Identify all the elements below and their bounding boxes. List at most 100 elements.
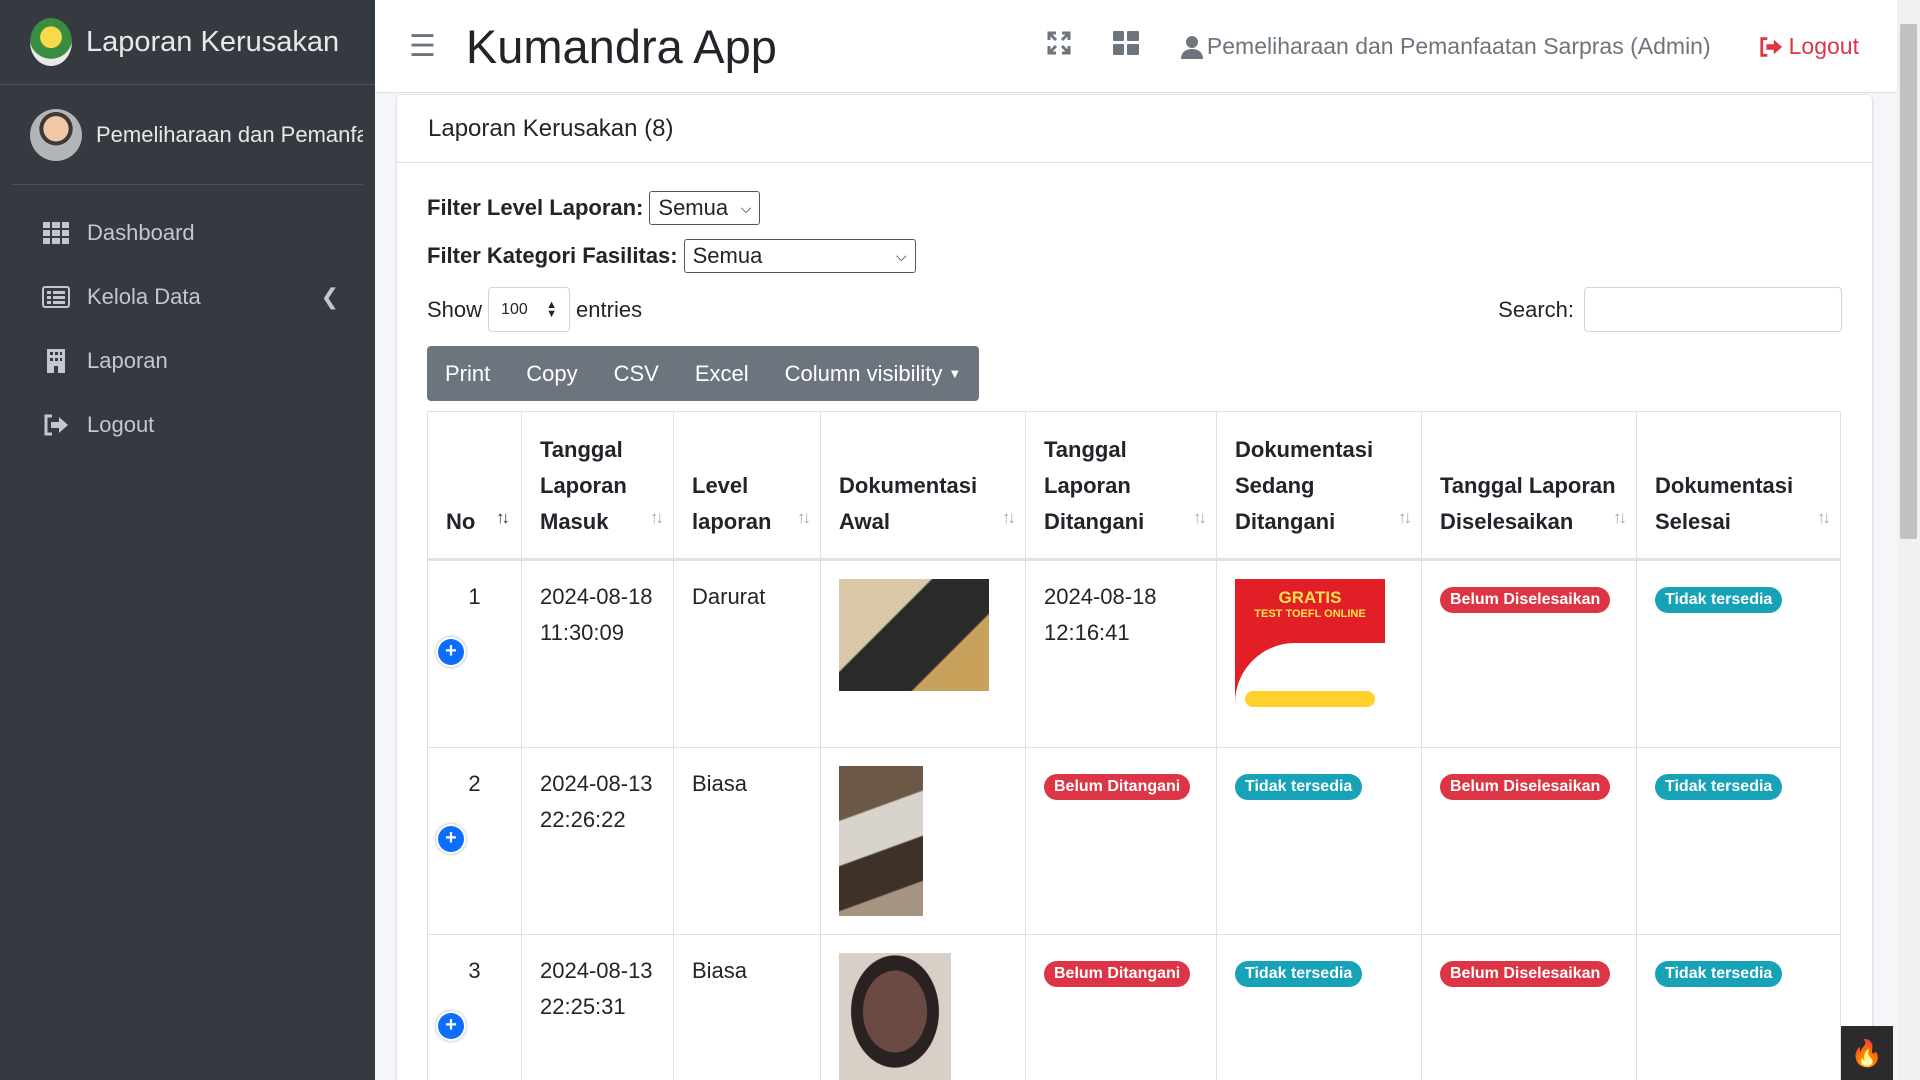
user-menu-label: Pemeliharaan dan Pemanfaatan Sarpras (Ad… xyxy=(1206,33,1711,59)
cell-no: 3 + xyxy=(427,934,522,1080)
progress-photo-thumbnail[interactable]: GRATIS TEST TOEFL ONLINE xyxy=(1235,579,1385,729)
col-header-dok-awal[interactable]: Dokumentasi Awal ↑↓ xyxy=(820,411,1026,561)
col-header-label: Dokumentasi Selesai xyxy=(1655,473,1794,534)
cell-dok-selesai: Tidak tersedia xyxy=(1636,747,1841,935)
filter-level-select[interactable]: Semua ⌵ xyxy=(649,191,761,225)
col-header-dok-sedang[interactable]: Dokumentasi Sedang Ditangani ↑↓ xyxy=(1216,411,1422,561)
brand[interactable]: Laporan Kerusakan xyxy=(0,0,375,85)
scrollbar-thumb[interactable] xyxy=(1900,24,1917,539)
sort-icon: ↑↓ xyxy=(1817,508,1831,527)
sidebar-item-logout[interactable]: Logout xyxy=(0,393,375,457)
col-header-level[interactable]: Level laporan ↑↓ xyxy=(673,411,821,561)
expand-row-icon[interactable]: + xyxy=(438,1013,464,1039)
row-number: 2 xyxy=(468,771,481,796)
table-header-row: No ↑↓ Tanggal Laporan Masuk ↑↓ Level lapor… xyxy=(427,411,1841,561)
page-scrollbar[interactable] xyxy=(1897,0,1920,1080)
column-visibility-button[interactable]: Column visibility ▼ xyxy=(767,346,980,401)
cell-tanggal-diselesaikan: Belum Diselesaikan xyxy=(1421,934,1637,1080)
col-header-dok-selesai[interactable]: Dokumentasi Selesai ↑↓ xyxy=(1636,411,1841,561)
sort-icon: ↑↓ xyxy=(650,508,664,527)
time-text: 11:30:09 xyxy=(540,620,625,645)
logout-label: Logout xyxy=(1788,33,1859,59)
logout-icon xyxy=(1760,36,1782,57)
expand-row-icon[interactable]: + xyxy=(438,639,464,665)
entries-value: 100 xyxy=(501,300,528,318)
col-header-tanggal-ditangani[interactable]: Tanggal Laporan Ditangani ↑↓ xyxy=(1025,411,1217,561)
hamburger-icon[interactable]: ☰ xyxy=(409,29,436,64)
col-header-tanggal-masuk[interactable]: Tanggal Laporan Masuk ↑↓ xyxy=(521,411,674,561)
filter-kategori-select[interactable]: Semua ⌵ xyxy=(683,239,916,273)
sidebar-item-kelola-data[interactable]: Kelola Data ❮ xyxy=(0,265,375,329)
report-table: No ↑↓ Tanggal Laporan Masuk ↑↓ Level lapor… xyxy=(427,411,1841,1080)
sidebar-nav: Dashboard Kelola Data ❮ Laporan Logout xyxy=(0,201,375,457)
expand-row-icon[interactable]: + xyxy=(438,826,464,852)
logout-button[interactable]: Logout xyxy=(1759,33,1859,60)
user-icon xyxy=(1180,35,1203,59)
cell-tanggal-diselesaikan: Belum Diselesaikan xyxy=(1421,559,1637,748)
cell-level: Biasa xyxy=(673,934,821,1080)
cell-tanggal-masuk: 2024-08-13 22:25:31 xyxy=(521,934,674,1080)
sort-icon: ↑↓ xyxy=(1193,508,1207,527)
damage-photo-thumbnail[interactable] xyxy=(839,953,951,1080)
copy-button[interactable]: Copy xyxy=(508,346,595,401)
card-body: Filter Level Laporan: Semua ⌵ Filter Kat… xyxy=(397,191,1872,1080)
sidebar-item-label: Kelola Data xyxy=(87,284,201,309)
apps-grid-icon[interactable] xyxy=(1112,31,1139,62)
status-badge: Tidak tersedia xyxy=(1235,774,1363,800)
brand-logo xyxy=(30,18,72,66)
status-badge: Belum Ditangani xyxy=(1044,774,1191,800)
grid-icon xyxy=(42,221,70,245)
sidebar-item-label: Dashboard xyxy=(87,220,195,245)
user-menu[interactable]: Pemeliharaan dan Pemanfaatan Sarpras (Ad… xyxy=(1180,33,1711,60)
cell-dok-awal xyxy=(820,934,1026,1080)
time-text: 12:16:41 xyxy=(1044,620,1130,645)
filter-kategori-row: Filter Kategori Fasilitas: Semua ⌵ xyxy=(427,239,1842,273)
column-visibility-label: Column visibility xyxy=(784,360,943,386)
entries-select[interactable]: 100 ▲ ▼ xyxy=(488,287,571,332)
sort-asc-icon: ↑↓ xyxy=(496,508,510,527)
status-badge: Tidak tersedia xyxy=(1655,587,1783,613)
length-control: Show 100 ▲ ▼ entries xyxy=(427,287,642,332)
excel-button[interactable]: Excel xyxy=(677,346,767,401)
sidebar-item-laporan[interactable]: Laporan xyxy=(0,329,375,393)
caret-down-icon: ▼ xyxy=(948,366,962,381)
print-button[interactable]: Print xyxy=(427,346,508,401)
search-control: Search: xyxy=(1498,287,1842,332)
poster-subtitle: TEST TOEFL ONLINE xyxy=(1254,608,1366,620)
table-row: 3 + 2024-08-13 22:25:31 Biasa Belum Ditan… xyxy=(427,934,1841,1080)
filter-kategori-label: Filter Kategori Fasilitas: xyxy=(427,243,678,268)
search-input[interactable] xyxy=(1584,287,1842,332)
table-row: 1 + 2024-08-18 11:30:09 Darurat 2024-08-1… xyxy=(427,559,1841,748)
cell-tanggal-ditangani: 2024-08-18 12:16:41 xyxy=(1025,559,1217,748)
damage-photo-thumbnail[interactable] xyxy=(839,579,989,691)
app-title: Kumandra App xyxy=(465,19,777,73)
col-header-no[interactable]: No ↑↓ xyxy=(427,411,522,561)
cell-tanggal-ditangani: Belum Ditangani xyxy=(1025,747,1217,935)
cell-dok-sedang: Tidak tersedia xyxy=(1216,934,1422,1080)
date-text: 2024-08-18 xyxy=(1044,584,1157,609)
show-label: Show xyxy=(427,296,483,322)
col-header-tanggal-diselesaikan[interactable]: Tanggal Laporan Diselesaikan ↑↓ xyxy=(1421,411,1637,561)
fullscreen-icon[interactable] xyxy=(1047,31,1071,62)
cell-dok-selesai: Tidak tersedia xyxy=(1636,934,1841,1080)
table-controls: Show 100 ▲ ▼ entries Search: xyxy=(427,287,1842,332)
cell-dok-sedang: GRATIS TEST TOEFL ONLINE xyxy=(1216,559,1422,748)
cell-dok-awal xyxy=(820,559,1026,748)
building-icon xyxy=(42,349,70,373)
search-label: Search: xyxy=(1498,296,1574,322)
status-badge: Belum Ditangani xyxy=(1044,961,1191,987)
sidebar-item-dashboard[interactable]: Dashboard xyxy=(0,201,375,265)
date-text: 2024-08-13 xyxy=(540,958,653,983)
sort-icon: ↑↓ xyxy=(1613,508,1627,527)
top-navbar: ☰ Kumandra App Pemeliharaan dan Pemanfaa… xyxy=(375,0,1897,93)
flame-icon[interactable]: 🔥 xyxy=(1841,1026,1893,1080)
table-icon xyxy=(42,285,70,309)
damage-photo-thumbnail[interactable] xyxy=(839,766,923,916)
export-buttons: Print Copy CSV Excel Column visibility ▼ xyxy=(427,346,980,401)
cell-dok-awal xyxy=(820,747,1026,935)
brand-text: Laporan Kerusakan xyxy=(86,25,340,58)
user-panel[interactable]: Pemeliharaan dan Pemanfaatan Sarpras xyxy=(12,85,363,185)
row-number: 1 xyxy=(468,584,481,609)
csv-button[interactable]: CSV xyxy=(596,346,677,401)
table-row: 2 + 2024-08-13 22:26:22 Biasa Belum Ditan… xyxy=(427,747,1841,935)
